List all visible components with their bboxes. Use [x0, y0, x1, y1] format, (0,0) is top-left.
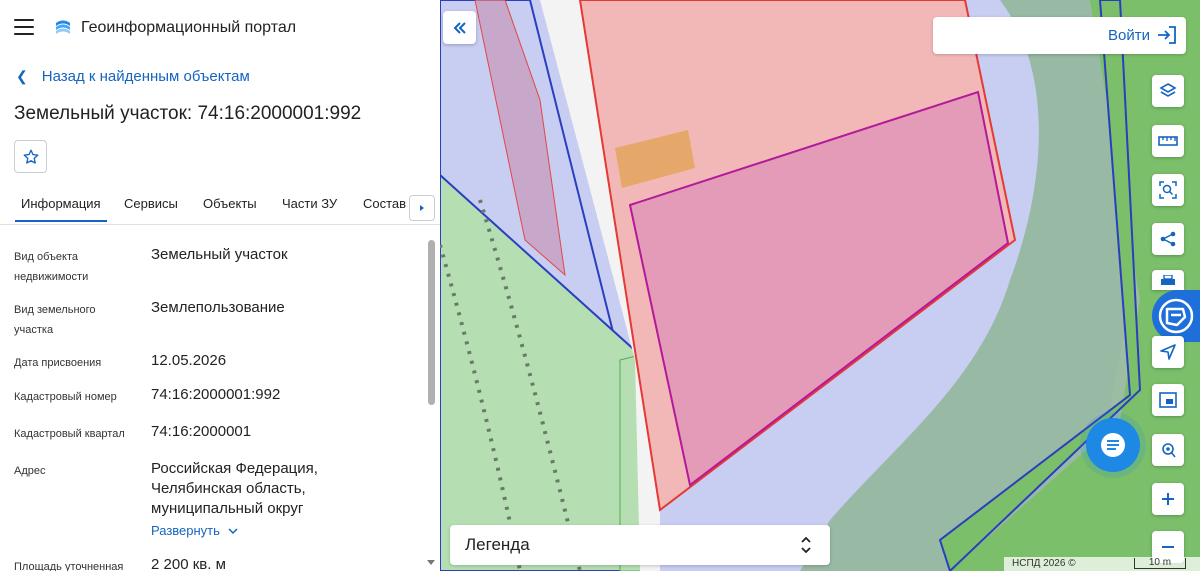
layers-icon: [1159, 83, 1177, 97]
expand-collapse-icon: [801, 536, 811, 554]
sign-in-icon: [1158, 26, 1176, 44]
locate-button[interactable]: [1152, 434, 1184, 466]
address-text: Российская Федерация, Челябинская област…: [151, 460, 318, 517]
login-label: Войти: [1108, 27, 1150, 44]
map-attribution: НСПД 2026 © 10 m: [1004, 557, 1200, 571]
field-value: Российская Федерация, Челябинская област…: [151, 459, 381, 541]
scroll-down-arrow[interactable]: [427, 560, 435, 565]
share-icon: [1160, 231, 1176, 247]
field-value: 74:16:2000001: [151, 423, 252, 440]
field-label: Адрес: [14, 465, 46, 477]
share-button[interactable]: [1152, 223, 1184, 255]
locate-icon: [1162, 443, 1176, 458]
ruler-icon: [1158, 136, 1178, 146]
zoom-out-icon: [1162, 546, 1174, 548]
page-title: Земельный участок: 74:16:2000001:992: [14, 103, 362, 124]
print-icon: [1161, 275, 1175, 285]
print-button[interactable]: [1152, 270, 1184, 290]
collapse-panel-button[interactable]: [443, 11, 476, 44]
back-link-label: Назад к найденным объектам: [41, 68, 250, 85]
tab-parcel-parts[interactable]: Части ЗУ: [282, 196, 337, 211]
favorite-button[interactable]: [14, 140, 47, 173]
field-value: Землепользование: [151, 299, 285, 316]
scrollbar-thumb[interactable]: [428, 240, 435, 405]
info-panel: Геоинформационный портал ❮ Назад к найден…: [0, 0, 440, 571]
field-value: Земельный участок: [151, 246, 288, 263]
tab-objects[interactable]: Объекты: [203, 196, 257, 211]
nspd-logo-icon: [1158, 298, 1194, 334]
field-label: Дата присвоения: [14, 357, 102, 369]
legend-label: Легенда: [465, 535, 530, 554]
tab-services[interactable]: Сервисы: [124, 196, 178, 211]
navigate-icon: [1160, 344, 1176, 360]
app-title: Геоинформационный портал: [81, 19, 297, 36]
chevron-left-icon: ❮: [16, 68, 28, 84]
field-value: 2 200 кв. м: [151, 556, 226, 571]
ruler-button[interactable]: [1152, 125, 1184, 157]
scale-bar: 10 m: [1134, 558, 1186, 569]
map-canvas[interactable]: [440, 0, 1200, 571]
field-value: 74:16:2000001:992: [151, 386, 281, 403]
tab-composition[interactable]: Состав: [363, 196, 406, 211]
field-label: Вид объекта недвижимости: [14, 251, 89, 283]
expand-link-label: Развернуть: [151, 523, 220, 538]
login-button[interactable]: Войти: [933, 17, 1186, 54]
caret-right-icon: [420, 205, 424, 211]
area-search-icon: [1159, 181, 1177, 199]
double-chevron-left-icon: [453, 21, 466, 34]
field-label: Площадь уточненная: [14, 561, 124, 571]
tab-information[interactable]: Информация: [15, 196, 107, 222]
back-link[interactable]: ❮ Назад к найденным объектам: [16, 68, 250, 85]
nspd-logo-button[interactable]: [1152, 290, 1200, 342]
expand-link[interactable]: Развернуть: [151, 521, 381, 541]
tabs-scroll-right-button[interactable]: [409, 195, 435, 221]
chat-button[interactable]: [1086, 418, 1140, 472]
menu-icon[interactable]: [14, 19, 34, 35]
picture-in-picture-button[interactable]: [1152, 384, 1184, 416]
field-label: Вид земельного участка: [14, 304, 96, 336]
legend-panel[interactable]: Легенда: [450, 525, 830, 565]
navigate-button[interactable]: [1152, 336, 1184, 368]
picture-in-picture-icon: [1159, 392, 1177, 408]
field-value: 12.05.2026: [151, 352, 227, 369]
portal-logo-icon: [56, 20, 70, 34]
area-search-button[interactable]: [1152, 174, 1184, 206]
field-label: Кадастровый номер: [14, 391, 117, 403]
star-icon: [23, 149, 38, 164]
map-view[interactable]: [440, 0, 1200, 571]
chat-icon: [1101, 433, 1125, 457]
chevron-down-icon: [228, 528, 238, 535]
field-label: Кадастровый квартал: [14, 428, 125, 440]
zoom-in-button[interactable]: [1152, 483, 1184, 515]
attribution-text: НСПД 2026 ©: [1012, 558, 1076, 569]
layers-button[interactable]: [1152, 75, 1184, 107]
zoom-in-icon: [1162, 493, 1174, 505]
tab-bar: Информация Сервисы Объекты Части ЗУ Сост…: [0, 186, 440, 225]
app-header: Геоинформационный портал: [0, 0, 440, 58]
